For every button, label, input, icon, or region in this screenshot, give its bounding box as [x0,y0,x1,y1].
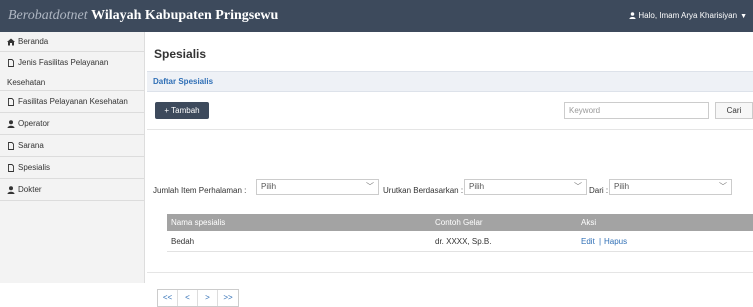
column-header-gelar: Contoh Gelar [435,218,483,227]
pagination-next[interactable]: > [198,290,218,306]
select-value: Pilih [261,182,277,191]
sidebar-item-label: Dokter [18,185,42,194]
chevron-down-icon: ﹀ [366,182,374,191]
column-header-nama: Nama spesialis [171,218,226,227]
sidebar-item-label: Jenis Fasilitas Pelayanan [18,58,109,67]
sidebar-item-jenis-fasilitas[interactable]: Jenis Fasilitas Pelayanan Kesehatan [0,52,144,91]
chevron-down-icon: ﹀ [574,182,582,191]
edit-link[interactable]: Edit [581,237,595,246]
sidebar-item-label: Fasilitas Pelayanan Kesehatan [18,97,128,106]
from-label: Dari : [589,186,609,195]
sidebar-item-label: Sarana [18,141,44,150]
action-separator: | [599,237,602,246]
panel-header: Daftar Spesialis [147,71,753,92]
user-menu[interactable]: Halo, Imam Arya Kharisiyan ▼ [629,11,747,20]
items-per-page-label: Jumlah Item Perhalaman : [153,186,247,195]
main-content: Spesialis Daftar Spesialis + Tambah Keyw… [145,32,753,307]
document-icon [8,98,14,106]
cell-nama: Bedah [171,237,195,246]
top-navbar: Berobatdotnet Wilayah Kabupaten Pringsew… [0,0,753,32]
document-icon [8,164,14,172]
pagination: << < > >> [157,289,239,307]
pagination-prev[interactable]: < [178,290,198,306]
user-icon [7,186,15,194]
sidebar-item-beranda[interactable]: Beranda [0,32,144,52]
from-select[interactable]: Pilih ﹀ [609,179,732,195]
sidebar-item-dokter[interactable]: Dokter [0,179,144,201]
sidebar-item-spesialis[interactable]: Spesialis [0,157,144,179]
pagination-last[interactable]: >> [218,290,238,306]
panel-title: Daftar Spesialis [153,77,214,86]
brand-italic: Berobatdotnet [8,8,88,23]
user-icon [629,12,636,19]
sidebar-item-label: Spesialis [18,163,51,172]
document-icon [8,142,14,150]
add-button[interactable]: + Tambah [155,102,209,119]
app-brand[interactable]: Berobatdotnet Wilayah Kabupaten Pringsew… [8,8,278,24]
page-title: Spesialis [154,47,207,61]
home-icon [7,38,15,46]
column-header-aksi: Aksi [581,218,597,227]
user-icon [7,120,15,128]
search-input[interactable]: Keyword [564,102,709,119]
select-value: Pilih [469,182,485,191]
select-value: Pilih [614,182,630,191]
document-icon [8,59,14,67]
sidebar-item-label-line2: Kesehatan [7,78,46,87]
cell-gelar: dr. XXXX, Sp.B. [435,237,492,246]
sort-by-label: Urutkan Berdasarkan : [383,186,464,195]
brand-bold: Wilayah Kabupaten Pringsewu [91,8,279,23]
sidebar: Beranda Jenis Fasilitas Pelayanan Keseha… [0,32,145,283]
sidebar-item-fasilitas[interactable]: Fasilitas Pelayanan Kesehatan [0,91,144,113]
table-row: Bedah dr. XXXX, Sp.B. Edit | Hapus [167,231,753,252]
delete-link[interactable]: Hapus [604,237,627,246]
sidebar-item-label: Beranda [18,37,49,46]
divider [147,272,753,273]
chevron-down-icon: ﹀ [719,182,727,191]
table-header: Nama spesialis Contoh Gelar Aksi [167,214,753,231]
sidebar-item-operator[interactable]: Operator [0,113,144,135]
user-greeting: Halo, Imam Arya Kharisiyan [638,11,738,20]
search-button[interactable]: Cari [715,102,753,119]
items-per-page-select[interactable]: Pilih ﹀ [256,179,379,195]
divider [147,129,753,130]
sidebar-item-label: Operator [18,119,50,128]
pagination-first[interactable]: << [158,290,178,306]
sort-by-select[interactable]: Pilih ﹀ [464,179,587,195]
sidebar-item-sarana[interactable]: Sarana [0,135,144,157]
chevron-down-icon: ▼ [740,13,747,20]
